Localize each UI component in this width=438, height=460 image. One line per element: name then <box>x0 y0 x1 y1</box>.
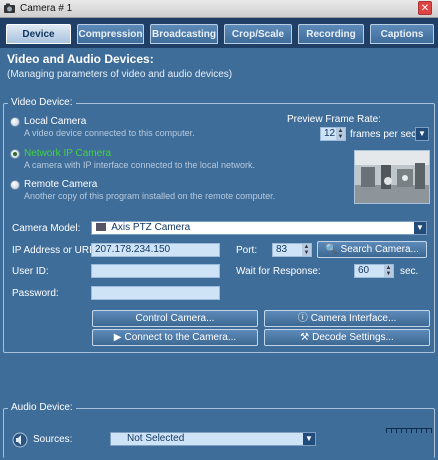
sec-label: sec. <box>400 266 419 277</box>
tab-broadcasting[interactable]: Broadcasting <box>150 24 218 44</box>
chevron-down-icon: ▼ <box>416 128 428 140</box>
spin-arrows-icon[interactable]: ▲ ▼ <box>302 244 311 256</box>
camera-icon <box>96 223 106 231</box>
tools-icon: ⚒ <box>300 332 310 343</box>
connect-camera-button[interactable]: ▶ Connect to the Camera... <box>92 329 258 346</box>
remote-camera-radio[interactable] <box>10 180 20 190</box>
tab-compression[interactable]: Compression <box>77 24 144 44</box>
decode-settings-button[interactable]: ⚒ Decode Settings... <box>264 329 430 346</box>
spin-arrows-icon[interactable]: ▲ ▼ <box>384 265 393 277</box>
video-device-legend: Video Device: <box>8 97 76 108</box>
frame-rate-value: 12 <box>324 128 336 139</box>
network-ip-camera-label[interactable]: Network IP Camera <box>24 148 111 159</box>
search-camera-button[interactable]: 🔍 Search Camera... <box>317 241 427 258</box>
window-title: Camera # 1 <box>20 3 73 14</box>
port-label: Port: <box>236 245 258 256</box>
camera-model-select[interactable]: Axis PTZ Camera ▼ <box>91 221 427 235</box>
sources-label: Sources: <box>33 434 73 445</box>
audio-level-meter <box>386 428 432 435</box>
local-camera-radio[interactable] <box>10 117 20 127</box>
network-ip-camera-desc: A camera with IP interface connected to … <box>24 160 255 170</box>
sources-value: Not Selected <box>127 433 185 444</box>
local-camera-desc: A video device connected to this compute… <box>24 128 195 138</box>
user-id-label: User ID: <box>12 266 49 277</box>
camera-app-icon <box>4 3 15 13</box>
info-icon: ⓘ <box>297 313 308 324</box>
sources-select[interactable]: Not Selected ▼ <box>110 432 316 446</box>
speaker-icon <box>12 432 28 448</box>
audio-device-legend: Audio Device: <box>8 402 76 413</box>
tab-crop-scale[interactable]: Crop/Scale <box>224 24 292 44</box>
spin-arrows-icon[interactable]: ▲ ▼ <box>336 128 345 140</box>
local-camera-label[interactable]: Local Camera <box>24 116 86 127</box>
wait-value: 60 <box>358 265 370 276</box>
password-field[interactable] <box>91 286 220 300</box>
tab-captions[interactable]: Captions <box>370 24 434 44</box>
ip-address-field[interactable]: 207.178.234.150 <box>91 243 220 257</box>
ip-address-label: IP Address or URL: <box>12 245 98 256</box>
remote-camera-desc: Another copy of this program installed o… <box>24 191 276 201</box>
user-id-field[interactable] <box>91 264 220 278</box>
tab-bar: Device Compression Broadcasting Crop/Sca… <box>0 18 438 48</box>
wait-for-response-label: Wait for Response: <box>236 266 321 277</box>
preview-frame-rate-label: Preview Frame Rate: <box>287 114 381 125</box>
control-camera-button[interactable]: Control Camera... <box>92 310 258 327</box>
tab-recording[interactable]: Recording <box>298 24 364 44</box>
port-value: 83 <box>276 244 288 255</box>
page-subtitle: (Managing parameters of video and audio … <box>7 69 233 80</box>
page-title: Video and Audio Devices: <box>7 52 154 66</box>
chevron-down-icon: ▼ <box>414 222 426 234</box>
camera-interface-button[interactable]: ⓘ Camera Interface... <box>264 310 430 327</box>
factory-scene-image <box>355 151 429 203</box>
wait-stepper[interactable]: 60 ▲ ▼ <box>354 264 394 278</box>
frame-rate-stepper[interactable]: 12 ▲ ▼ <box>320 127 346 141</box>
remote-camera-label[interactable]: Remote Camera <box>24 179 97 190</box>
network-ip-camera-radio[interactable] <box>10 149 20 159</box>
camera-model-label: Camera Model: <box>12 223 81 234</box>
chevron-down-icon: ▼ <box>303 433 315 445</box>
password-label: Password: <box>12 288 59 299</box>
port-stepper[interactable]: 83 ▲ ▼ <box>272 243 312 257</box>
title-bar: Camera # 1 ✕ <box>0 0 438 18</box>
plug-icon: ▶ <box>113 332 122 343</box>
close-button[interactable]: ✕ <box>418 1 432 15</box>
search-icon: 🔍 <box>325 244 338 255</box>
camera-preview-image <box>354 150 430 204</box>
tab-device[interactable]: Device <box>6 24 71 44</box>
frames-per-sec-label: frames per sec. <box>350 129 419 140</box>
frame-rate-dropdown[interactable]: ▼ <box>415 127 429 141</box>
camera-model-value: Axis PTZ Camera <box>111 222 191 233</box>
